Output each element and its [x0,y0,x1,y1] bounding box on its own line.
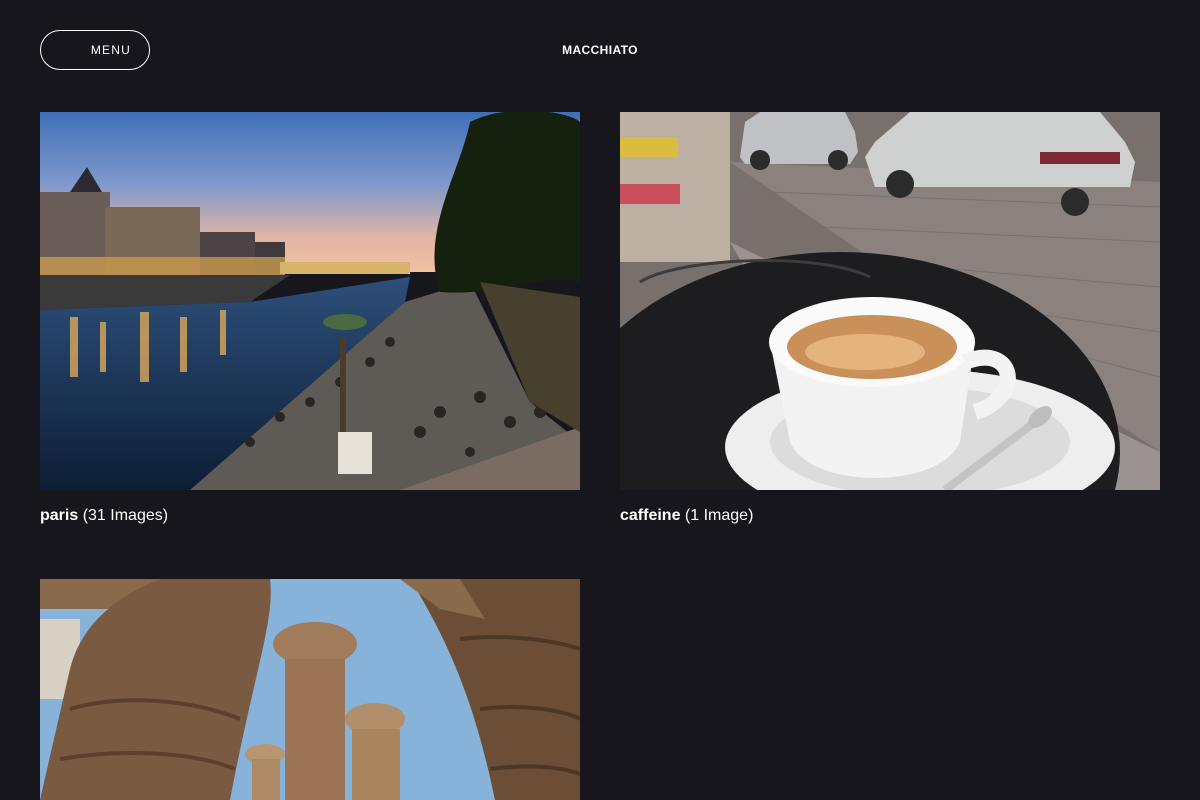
seine-riverbank-photo[interactable] [40,112,580,490]
album-card-paris[interactable]: paris (31 Images) [40,112,580,526]
album-card-caffeine[interactable]: caffeine (1 Image) [620,112,1160,526]
album-caption: paris (31 Images) [40,506,580,526]
album-name: paris [40,507,79,524]
album-name: caffeine [620,507,681,524]
album-caption: caffeine (1 Image) [620,506,1160,526]
album-card-temple[interactable] [40,579,580,800]
album-image-count: (1 Image) [684,507,754,524]
site-title: MACCHIATO [562,43,638,57]
album-image-count: (31 Images) [82,507,169,524]
espresso-cup-photo[interactable] [620,112,1160,490]
temple-columns-photo[interactable] [40,579,580,800]
